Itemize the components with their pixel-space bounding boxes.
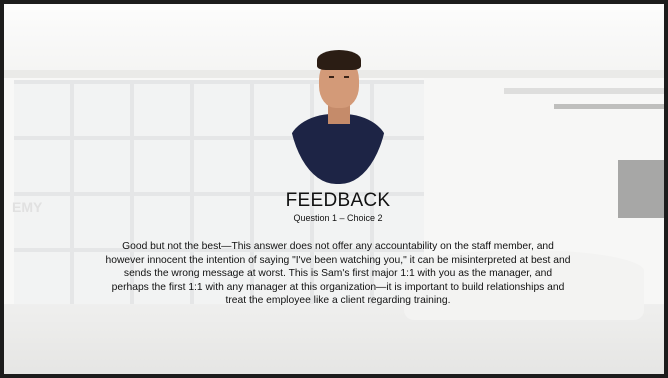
question-subtitle: Question 1 – Choice 2 [293,213,383,223]
slide-frame: EMY FEEDBACK Question 1 – Choice 2 Good … [0,0,668,378]
presenter-eye [329,76,334,78]
presenter-eye [344,76,349,78]
presenter-photo [288,44,388,184]
feedback-body-text: Good but not the best—This answer does n… [105,241,571,307]
presenter-shirt [288,114,388,184]
presenter-hair [317,50,361,70]
feedback-title: FEEDBACK [285,190,391,211]
